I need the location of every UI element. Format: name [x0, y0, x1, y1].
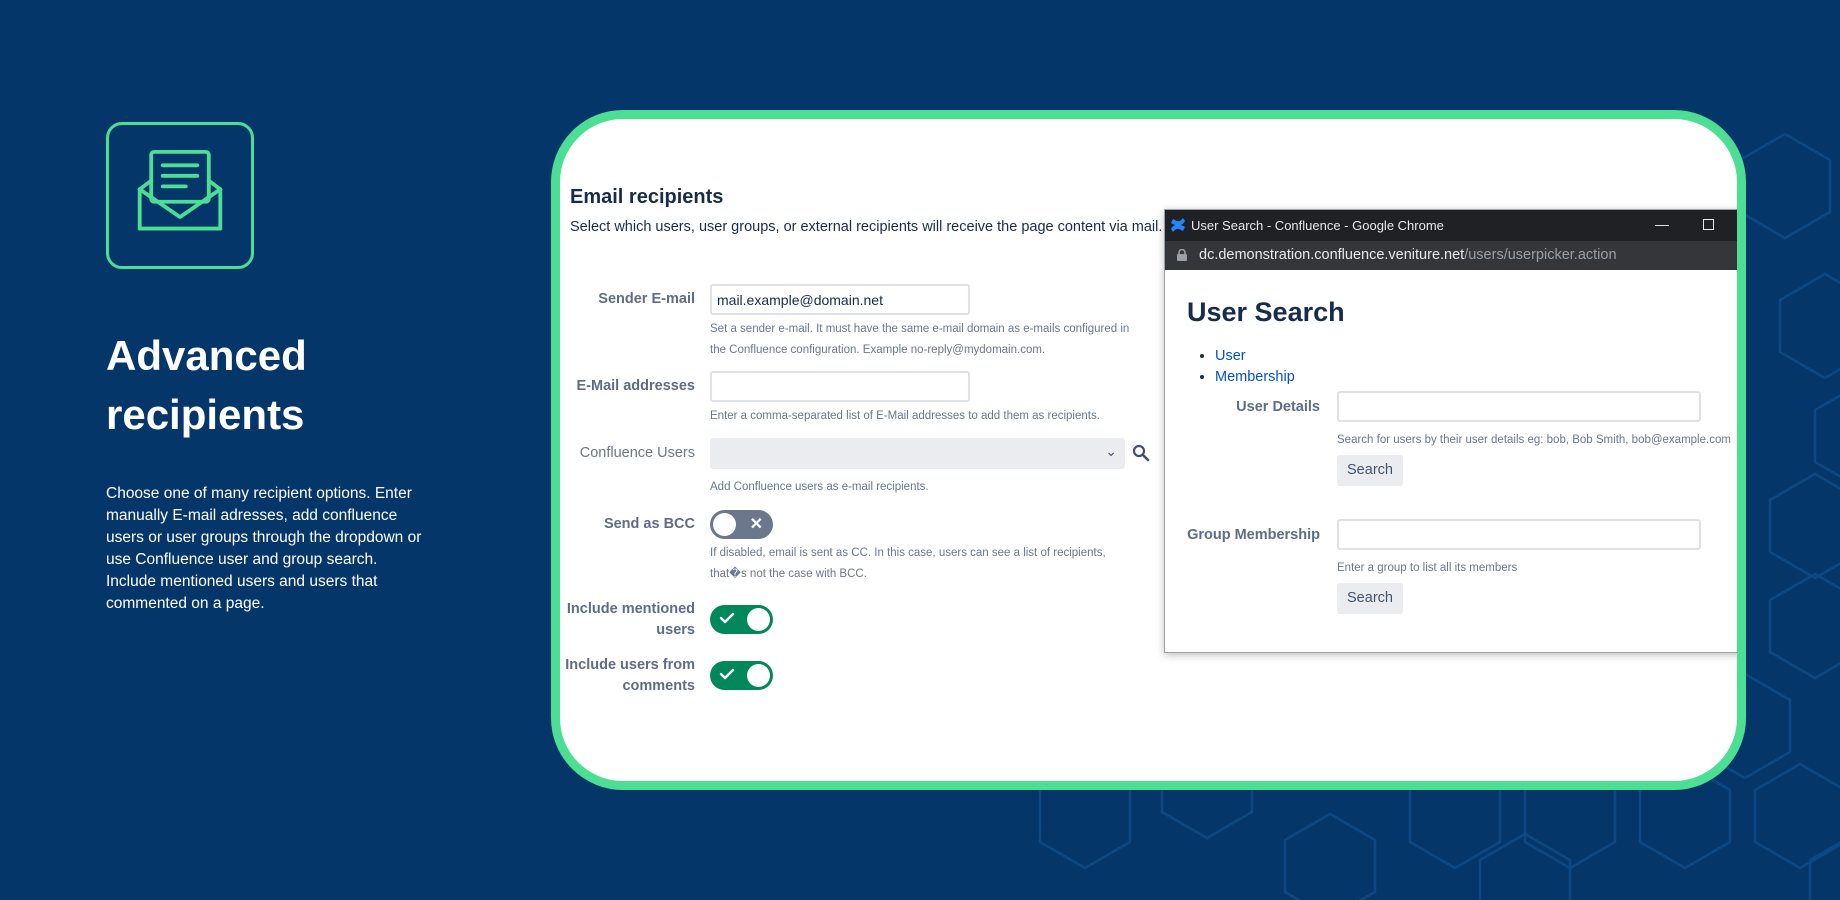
user-link[interactable]: User: [1215, 348, 1246, 364]
screenshot-card: Email recipients Select which users, use…: [551, 110, 1746, 790]
toggle-knob: [747, 608, 770, 631]
user-search-button[interactable]: Search: [1337, 455, 1403, 486]
email-addresses-input[interactable]: [710, 371, 970, 402]
address-bar[interactable]: dc.demonstration.confluence.veniture.net…: [1165, 241, 1737, 270]
email-addresses-help: Enter a comma-separated list of E-Mail a…: [710, 410, 1100, 422]
sender-email-help-line2: the Confluence configuration. Example no…: [710, 344, 1046, 356]
user-details-input[interactable]: [1337, 391, 1701, 422]
maximize-icon[interactable]: [1703, 219, 1714, 230]
include-mentioned-toggle[interactable]: [710, 605, 773, 634]
send-as-bcc-help-line1: If disabled, email is sent as CC. In thi…: [710, 547, 1106, 559]
open-envelope-icon: [137, 149, 223, 231]
group-search-button[interactable]: Search: [1337, 583, 1403, 614]
sender-email-input[interactable]: [710, 284, 970, 315]
url-host: dc.demonstration.confluence.veniture.net: [1199, 247, 1465, 263]
check-icon: [719, 612, 735, 624]
confluence-logo-icon: [1171, 218, 1185, 232]
send-as-bcc-label: Send as BCC: [603, 516, 695, 532]
user-search-window: User Search - Confluence - Google Chrome…: [1164, 209, 1737, 653]
list-item: Membership: [1215, 367, 1295, 388]
send-as-bcc-toggle[interactable]: ✕: [710, 510, 773, 539]
list-item: User: [1215, 346, 1295, 367]
chevron-down-icon: ⌄: [1105, 443, 1117, 459]
user-search-title: User Search: [1187, 297, 1345, 327]
check-icon: [719, 668, 735, 680]
confluence-users-label: Confluence Users: [579, 445, 695, 461]
sender-email-help-line1: Set a sender e-mail. It must have the sa…: [710, 323, 1130, 335]
send-as-bcc-help-line2: that�s not the case with BCC.: [710, 568, 867, 580]
minimize-icon[interactable]: —: [1655, 216, 1669, 232]
include-mentioned-label-line1: Include mentioned: [566, 601, 695, 617]
close-icon: ✕: [749, 516, 763, 533]
include-mentioned-label-line2: users: [656, 622, 695, 638]
include-comments-label-line2: comments: [622, 678, 695, 694]
search-icon[interactable]: [1132, 444, 1150, 462]
group-membership-help: Enter a group to list all its members: [1337, 562, 1518, 574]
confluence-users-select[interactable]: ⌄: [710, 438, 1125, 469]
confluence-users-help: Add Confluence users as e-mail recipient…: [710, 481, 929, 493]
hero-description: Choose one of many recipient options. En…: [106, 485, 422, 612]
window-title: User Search - Confluence - Google Chrome: [1191, 218, 1444, 233]
window-titlebar: User Search - Confluence - Google Chrome…: [1165, 210, 1737, 241]
toggle-knob: [747, 664, 770, 687]
membership-link[interactable]: Membership: [1215, 369, 1295, 385]
email-recipients-heading: Email recipients: [570, 186, 724, 208]
email-recipients-description: Select which users, user groups, or exte…: [570, 219, 1163, 235]
toggle-knob: [713, 513, 736, 536]
url-path: /users/userpicker.action: [1464, 247, 1617, 263]
email-addresses-label: E-Mail addresses: [576, 378, 695, 394]
lock-icon: [1177, 249, 1187, 261]
url-text: dc.demonstration.confluence.veniture.net…: [1199, 247, 1617, 263]
user-details-help: Search for users by their user details e…: [1337, 434, 1731, 446]
hero-title: Advanced recipients: [106, 332, 307, 438]
hero-icon-frame: [106, 122, 254, 269]
sender-email-label: Sender E-mail: [598, 291, 695, 307]
group-membership-input[interactable]: [1337, 519, 1701, 550]
user-details-label: User Details: [1236, 399, 1320, 415]
include-comments-toggle[interactable]: [710, 661, 773, 690]
include-comments-label-line1: Include users from: [565, 657, 695, 673]
group-membership-label: Group Membership: [1187, 527, 1320, 543]
user-search-links: User Membership: [1215, 346, 1295, 388]
